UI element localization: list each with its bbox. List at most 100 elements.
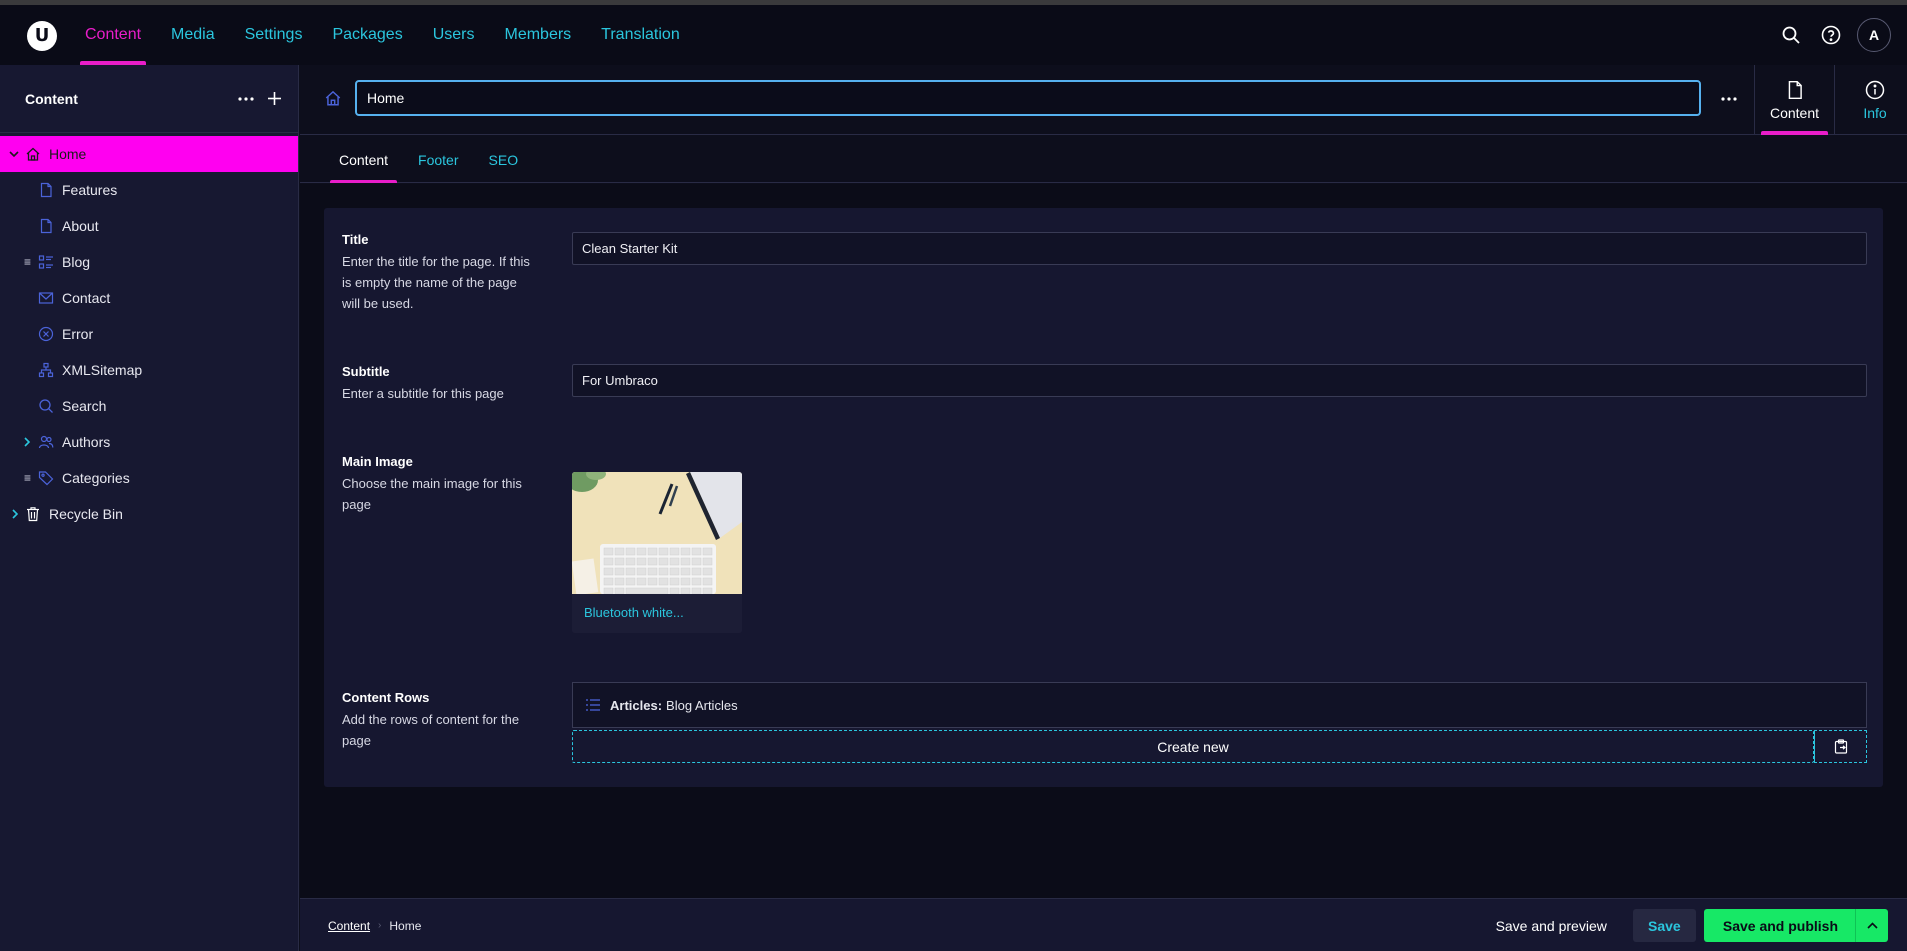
nav-packages[interactable]: Packages <box>317 5 417 65</box>
breadcrumb: Content › Home <box>328 899 421 951</box>
tree-item-recycle-bin[interactable]: Recycle Bin <box>0 496 298 532</box>
sidebar-header: Content <box>0 65 298 133</box>
nav-translation[interactable]: Translation <box>586 5 695 65</box>
chevron-right-icon[interactable] <box>10 509 20 519</box>
user-avatar[interactable]: A <box>1857 18 1891 52</box>
title-field[interactable] <box>572 232 1867 265</box>
property-title: Main Image <box>342 454 413 469</box>
block-value-label: Blog Articles <box>666 697 738 713</box>
content-tree-sidebar: Content Home Features About ≡ Blog Conta… <box>0 65 299 951</box>
tab-seo[interactable]: SEO <box>480 136 528 183</box>
nav-users[interactable]: Users <box>418 5 490 65</box>
content-rows-property-label: Content Rows Add the rows of content for… <box>342 690 532 751</box>
footer-actions: Save and preview Save Save and publish <box>1482 909 1888 942</box>
tree-item-error[interactable]: Error <box>0 316 298 352</box>
tags-icon <box>38 471 54 486</box>
publish-options-button[interactable] <box>1855 909 1888 942</box>
nav-media[interactable]: Media <box>156 5 230 65</box>
nav-members[interactable]: Members <box>489 5 586 65</box>
content-row-block[interactable]: Articles: Blog Articles <box>572 682 1867 728</box>
chevron-right-icon[interactable] <box>22 437 32 447</box>
sidebar-title: Content <box>25 90 78 107</box>
document-icon <box>40 182 52 198</box>
chevron-down-icon[interactable] <box>9 149 19 159</box>
subtitle-property-label: Subtitle Enter a subtitle for this page <box>342 364 532 404</box>
editor-main: Title Enter the title for the page. If t… <box>300 184 1907 898</box>
workspace-views: Content Info <box>1754 65 1907 135</box>
property-description: Enter a subtitle for this page <box>342 386 504 401</box>
save-and-publish-button[interactable]: Save and publish <box>1704 909 1855 942</box>
editor-header: Content Info <box>300 65 1907 135</box>
nav-settings[interactable]: Settings <box>230 5 318 65</box>
tree-item-search[interactable]: Search <box>0 388 298 424</box>
document-actions-button[interactable] <box>1711 81 1747 117</box>
tree-item-label: Error <box>62 326 94 342</box>
breadcrumb-current: Home <box>389 918 422 933</box>
tree-item-label: Contact <box>62 290 111 306</box>
tab-content[interactable]: Content <box>330 136 398 183</box>
save-and-preview-button[interactable]: Save and preview <box>1482 909 1621 942</box>
trash-icon <box>27 507 39 522</box>
properties-panel: Title Enter the title for the page. If t… <box>324 208 1883 787</box>
create-block-row: Create new <box>572 730 1867 763</box>
tree-item-label: Home <box>49 146 87 162</box>
drag-handle-icon[interactable]: ≡ <box>24 471 31 485</box>
document-name-input[interactable] <box>355 80 1701 116</box>
property-title: Content Rows <box>342 690 430 705</box>
keyboard-desk-thumbnail <box>572 472 742 594</box>
tree-item-label: Categories <box>62 470 130 486</box>
sitemap-icon <box>38 362 54 378</box>
content-tree: Home Features About ≡ Blog Contact Error <box>0 133 298 532</box>
tree-item-home[interactable]: Home <box>0 136 298 172</box>
tree-item-blog[interactable]: ≡ Blog <box>0 244 298 280</box>
view-tab-content[interactable]: Content <box>1755 65 1835 135</box>
error-circle-icon <box>38 326 54 342</box>
tree-item-label: Authors <box>62 434 111 450</box>
media-item-name[interactable]: Bluetooth white... <box>572 594 742 633</box>
create-new-button[interactable]: Create new <box>572 730 1814 763</box>
help-button[interactable] <box>1811 15 1851 55</box>
list-icon <box>586 699 600 711</box>
clipboard-paste-icon <box>1834 739 1847 754</box>
property-title: Title <box>342 232 369 247</box>
top-bar: U Content Media Settings Packages Users … <box>0 5 1907 65</box>
search-icon <box>1782 26 1800 44</box>
main-image-media-card[interactable]: Bluetooth white... <box>572 472 742 633</box>
document-icon <box>40 218 52 234</box>
tree-item-contact[interactable]: Contact <box>0 280 298 316</box>
search-icon <box>39 399 53 413</box>
block-type-label: Articles: <box>610 697 663 713</box>
paste-from-clipboard-button[interactable] <box>1814 730 1867 763</box>
breadcrumb-content-link[interactable]: Content <box>328 919 370 933</box>
nav-content[interactable]: Content <box>70 5 156 65</box>
mail-icon <box>38 292 54 304</box>
property-description: Add the rows of content for the page <box>342 712 520 748</box>
tree-item-label: XMLSitemap <box>62 362 143 378</box>
tree-item-authors[interactable]: Authors <box>0 424 298 460</box>
tree-item-about[interactable]: About <box>0 208 298 244</box>
breadcrumb-separator-icon: › <box>378 920 382 931</box>
plus-icon <box>267 92 281 105</box>
more-horizontal-icon <box>1721 97 1737 101</box>
drag-handle-icon[interactable]: ≡ <box>24 255 31 269</box>
editor-footer: Content › Home Save and preview Save Sav… <box>300 898 1907 951</box>
title-property-label: Title Enter the title for the page. If t… <box>342 232 532 314</box>
document-icon <box>1788 80 1802 99</box>
tree-item-xmlsitemap[interactable]: XMLSitemap <box>0 352 298 388</box>
view-tab-info[interactable]: Info <box>1835 65 1907 135</box>
home-icon[interactable] <box>324 89 342 107</box>
tree-item-categories[interactable]: ≡ Categories <box>0 460 298 496</box>
tree-item-label: About <box>62 218 99 234</box>
global-search-button[interactable] <box>1771 15 1811 55</box>
tree-item-label: Recycle Bin <box>49 506 123 522</box>
tree-item-features[interactable]: Features <box>0 172 298 208</box>
chevron-up-icon <box>1866 922 1878 929</box>
umbraco-logo[interactable]: U <box>27 21 57 51</box>
tab-footer[interactable]: Footer <box>409 136 467 183</box>
subtitle-field[interactable] <box>572 364 1867 397</box>
users-icon <box>38 435 54 449</box>
save-button[interactable]: Save <box>1632 909 1696 942</box>
tree-create-button[interactable] <box>260 85 288 113</box>
tree-actions-button[interactable] <box>232 85 260 113</box>
more-horizontal-icon <box>238 96 254 101</box>
